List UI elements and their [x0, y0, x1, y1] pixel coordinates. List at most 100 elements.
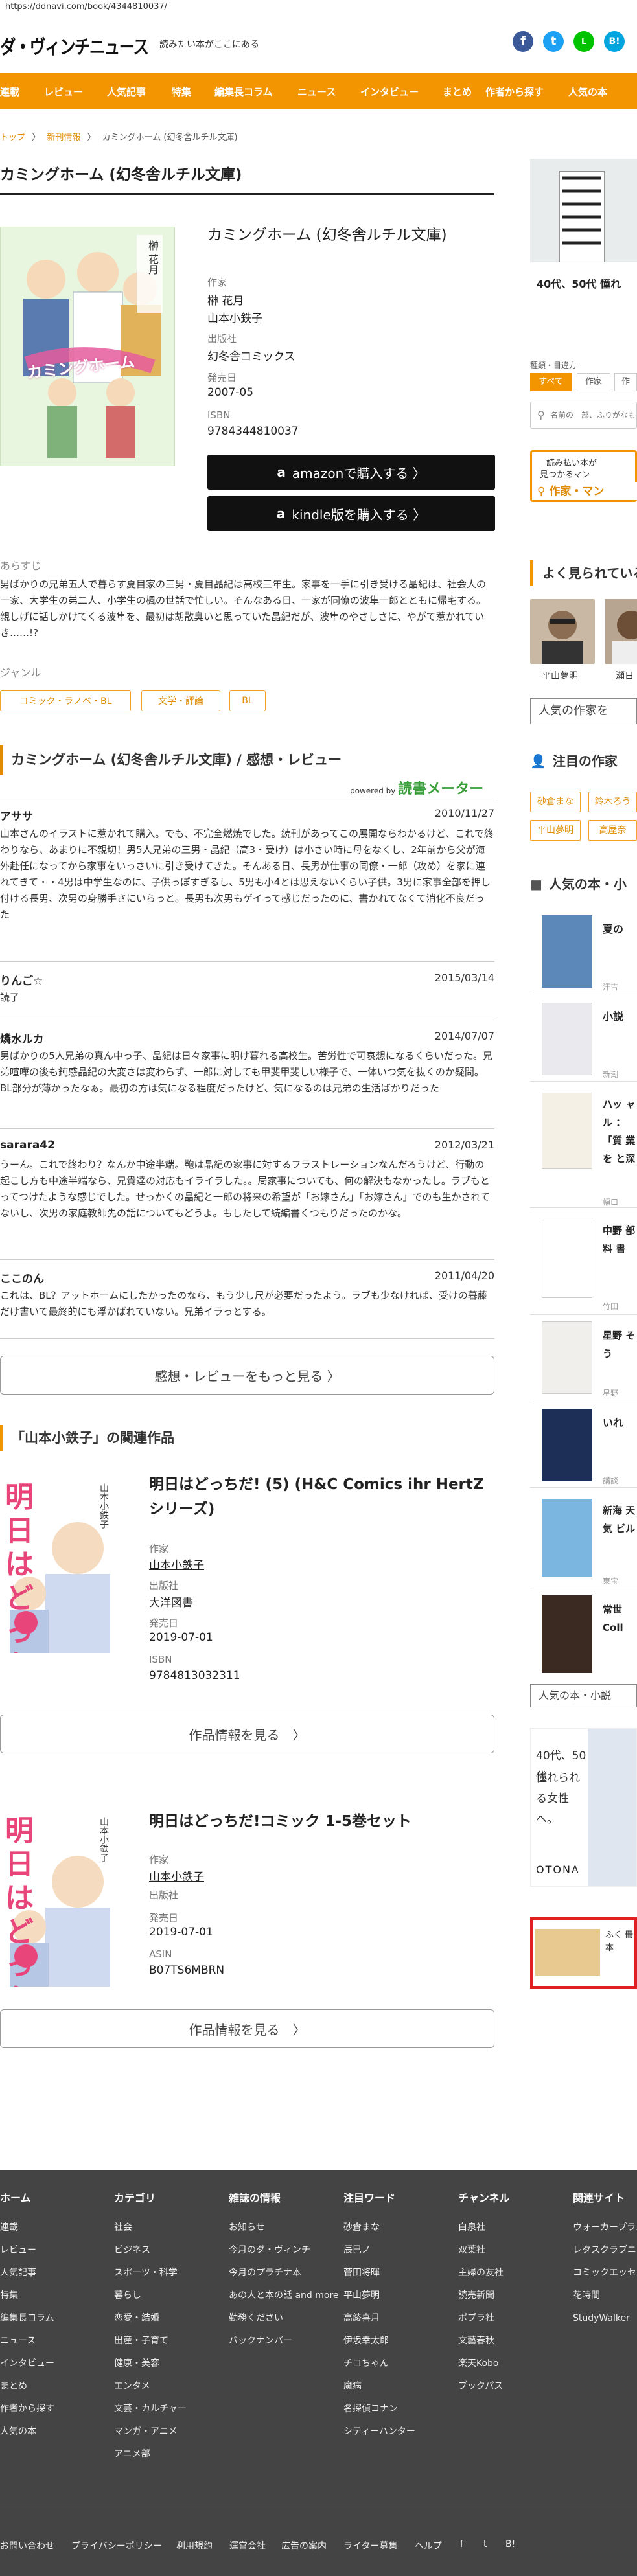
footer-link[interactable]: バックナンバー — [229, 2330, 339, 2353]
author-tag[interactable]: 平山夢明 — [530, 820, 581, 841]
review-author[interactable]: 燐水ルカ — [0, 1030, 44, 1046]
footer-link[interactable]: 勤務ください — [229, 2307, 339, 2330]
nav-item[interactable]: 特集 — [172, 85, 214, 98]
footer-link[interactable]: シティーハンター — [343, 2421, 415, 2443]
review-author[interactable]: りんご☆ — [0, 972, 43, 988]
nav-item[interactable]: 人気記事 — [107, 85, 172, 98]
search-tab-work[interactable]: 作 — [614, 373, 637, 391]
illustrator-link[interactable]: 山本小鉄子 — [207, 309, 262, 325]
related-title[interactable]: 明日はどっちだ! (5) (H&C Comics ihr HertZシリーズ) — [149, 1472, 492, 1522]
related-cover[interactable]: 明日はどっちだ! 山本小鉄子 — [0, 1477, 128, 1653]
footer-link[interactable]: 読売新聞 — [458, 2285, 510, 2307]
line-icon[interactable]: L — [573, 31, 594, 52]
related-author[interactable]: 山本小鉄子 — [149, 1556, 204, 1572]
footer-link[interactable]: 双葉社 — [458, 2239, 510, 2262]
search-tab-all[interactable]: すべて — [530, 373, 572, 391]
review-author[interactable]: ここのん — [0, 1270, 44, 1286]
footer-link[interactable]: アニメ部 — [114, 2443, 187, 2466]
footer-link[interactable]: 高綾喜月 — [343, 2307, 415, 2330]
footer-link[interactable]: ビジネス — [114, 2239, 187, 2262]
footer-link[interactable]: StudyWalker — [573, 2307, 637, 2330]
ranking-item[interactable]: ハッ ャル ：「質 業を と深 幅口 — [530, 1085, 637, 1208]
ranking-item[interactable]: 星野 そう 星野 — [530, 1316, 637, 1400]
footer-link[interactable]: 恋愛・結婚 — [114, 2307, 187, 2330]
footer-link[interactable]: 作者から探す — [0, 2398, 54, 2421]
nav-item[interactable]: ニュース — [297, 85, 360, 98]
author-photo[interactable] — [605, 599, 637, 664]
footer-link[interactable]: 伊坂幸太郎 — [343, 2330, 415, 2353]
twitter-icon[interactable]: t — [483, 2539, 487, 2549]
footer-link[interactable]: 人気の本 — [0, 2421, 54, 2443]
footer-col-heading[interactable]: 注目ワード — [343, 2189, 415, 2205]
footer-bottom-link[interactable]: ライター募集 — [343, 2539, 397, 2552]
genre-tag[interactable]: 文学・評論 — [141, 690, 220, 711]
footer-link[interactable]: 人気記事 — [0, 2262, 54, 2285]
author-tag[interactable]: 鈴木ろう — [588, 792, 637, 812]
facebook-icon[interactable]: f — [513, 31, 533, 52]
manga-finder-banner[interactable]: 読み払い本が 見つかるマン ⚲ 作家・マン — [530, 450, 637, 502]
related-cover[interactable]: 明日はどっちだ! 山本小鉄子 — [0, 1810, 128, 1987]
ranking-more-button[interactable]: 人気の本・小説 — [530, 1684, 637, 1707]
sidebar-ad-food[interactable]: ふく 冊 本 — [530, 1917, 637, 1989]
sidebar-ad[interactable]: 40代、50代 憧れ — [530, 159, 637, 321]
footer-link[interactable]: ニュース — [0, 2330, 54, 2353]
footer-col-heading[interactable]: ホーム — [0, 2189, 54, 2205]
footer-link[interactable]: ウォーカープラス — [573, 2217, 637, 2239]
author-photo[interactable] — [530, 599, 595, 664]
genre-tag[interactable]: コミック・ラノベ・BL — [0, 690, 131, 711]
author-tag[interactable]: 砂倉まな — [530, 792, 581, 812]
footer-link[interactable]: お知らせ — [229, 2217, 339, 2239]
nav-item[interactable]: インタビュー — [360, 85, 443, 98]
hatena-icon[interactable]: B! — [505, 2539, 515, 2549]
related-detail-button[interactable]: 作品情報を見る 〉 — [0, 1715, 494, 1753]
buy-kindle-button[interactable]: a kindle版を購入する 〉 — [207, 496, 495, 531]
footer-link[interactable]: インタビュー — [0, 2353, 54, 2375]
ranking-item[interactable]: 夏の 汗吉 — [530, 910, 637, 994]
footer-link[interactable]: マンガ・アニメ — [114, 2421, 187, 2443]
footer-bottom-link[interactable]: ヘルプ — [415, 2539, 442, 2552]
ranking-item[interactable]: 小説 新潮 — [530, 997, 637, 1082]
ranking-item[interactable]: 新海 天気 ビル 東宝 — [530, 1491, 637, 1588]
nav-item[interactable]: まとめ — [443, 85, 485, 98]
footer-link[interactable]: 今月のプラチナ本 — [229, 2262, 339, 2285]
footer-link[interactable]: 魔病 — [343, 2375, 415, 2398]
footer-link[interactable]: レビュー — [0, 2239, 54, 2262]
footer-link[interactable]: 社会 — [114, 2217, 187, 2239]
related-title[interactable]: 明日はどっちだ!コミック 1-5巻セット — [149, 1809, 492, 1834]
footer-link[interactable]: ポプラ社 — [458, 2307, 510, 2330]
ranking-item[interactable]: いれ 講談 — [530, 1404, 637, 1488]
footer-bottom-link[interactable]: プライバシーポリシー — [71, 2539, 162, 2552]
ranking-item[interactable]: 常世 Coll — [530, 1590, 637, 1678]
nav-item[interactable]: 編集長コラム — [214, 85, 297, 98]
facebook-icon[interactable]: f — [460, 2539, 463, 2549]
footer-link[interactable]: 連載 — [0, 2217, 54, 2239]
bookmeter-credit[interactable]: powered by 読書メーター — [350, 777, 483, 798]
author-name[interactable]: 平山夢明 — [542, 669, 578, 682]
nav-item[interactable]: レビュー — [44, 85, 107, 98]
footer-col-heading[interactable]: 関連サイト — [573, 2189, 637, 2205]
twitter-icon[interactable]: t — [543, 31, 564, 52]
footer-link[interactable]: 辰巳ノ — [343, 2239, 415, 2262]
footer-link[interactable]: 健康・美容 — [114, 2353, 187, 2375]
footer-col-heading[interactable]: 雑誌の情報 — [229, 2189, 339, 2205]
ranking-item[interactable]: 中野 部料 書 竹田 — [530, 1210, 637, 1315]
search-tab-author[interactable]: 作家 — [577, 373, 610, 391]
footer-link[interactable]: 編集長コラム — [0, 2307, 54, 2330]
nav-item[interactable]: 連載 — [0, 85, 44, 98]
footer-link[interactable]: 楽天Kobo — [458, 2353, 510, 2375]
footer-link[interactable]: 文芸・カルチャー — [114, 2398, 187, 2421]
footer-link[interactable]: 白泉社 — [458, 2217, 510, 2239]
nav-item[interactable]: 作者から探す — [485, 85, 568, 98]
footer-col-heading[interactable]: カテゴリ — [114, 2189, 187, 2205]
related-detail-button[interactable]: 作品情報を見る 〉 — [0, 2009, 494, 2048]
site-logo[interactable]: ダ・ヴィンチニュース — [0, 31, 149, 60]
more-reviews-button[interactable]: 感想・レビューをもっと見る 〉 — [0, 1356, 494, 1395]
footer-link[interactable]: まとめ — [0, 2375, 54, 2398]
footer-link[interactable]: 砂倉まな — [343, 2217, 415, 2239]
search-box[interactable]: ⚲ — [530, 402, 637, 429]
sidebar-ad-otona[interactable]: 40代、50代 憧れられる女性へ。 OTONA — [530, 1728, 637, 1887]
footer-bottom-link[interactable]: 広告の案内 — [281, 2539, 327, 2552]
footer-link[interactable]: 特集 — [0, 2285, 54, 2307]
footer-link[interactable]: 花時間 — [573, 2285, 637, 2307]
popular-authors-button[interactable]: 人気の作家を — [530, 698, 637, 724]
